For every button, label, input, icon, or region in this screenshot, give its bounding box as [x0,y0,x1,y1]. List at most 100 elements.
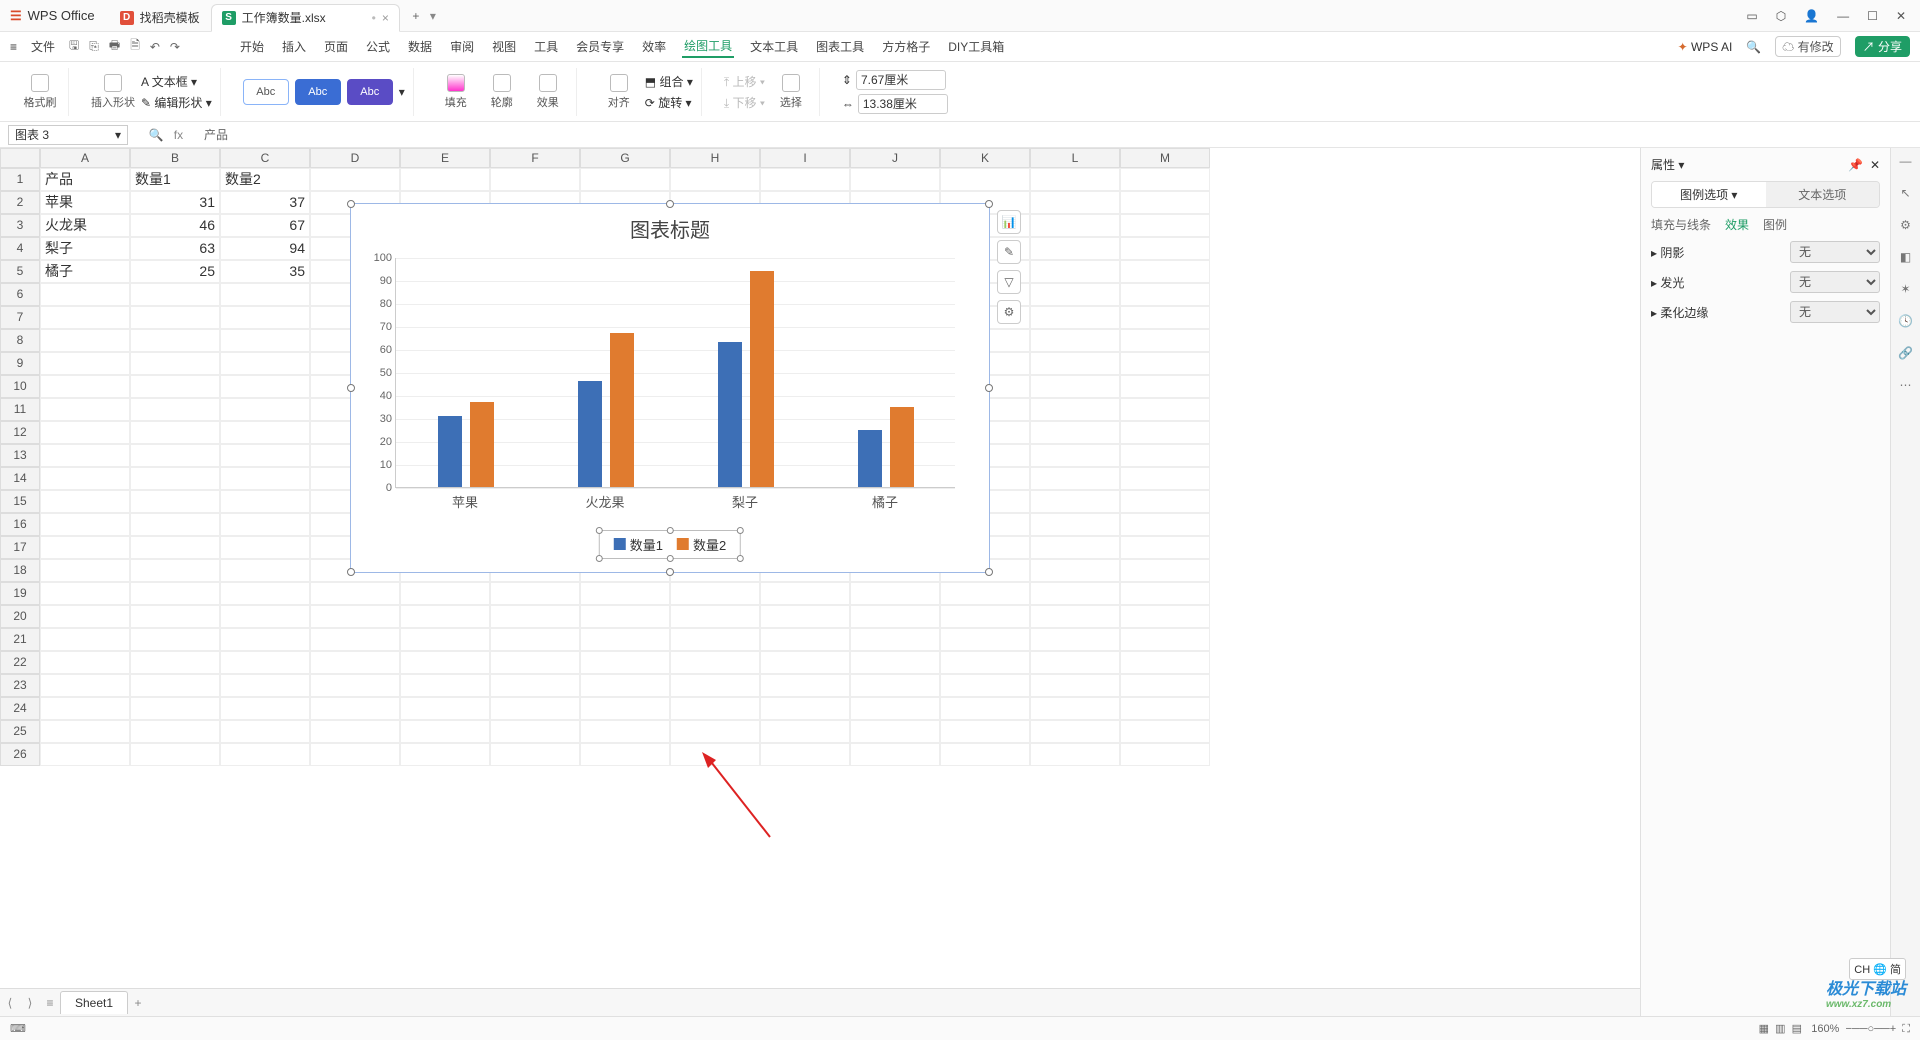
zoom-in-icon[interactable]: + [1890,1023,1896,1035]
cell[interactable] [1030,674,1120,697]
modified-button[interactable]: ☁ 有修改 [1775,36,1840,57]
cell[interactable] [220,421,310,444]
chart-settings-icon[interactable]: ⚙ [997,300,1021,324]
style-chip-3[interactable]: Abc [347,79,393,105]
cell[interactable] [580,697,670,720]
cell[interactable] [220,513,310,536]
col-L[interactable]: L [1030,148,1120,168]
select-button[interactable]: 选择 [771,74,811,110]
row-header[interactable]: 3 [0,214,40,237]
cell[interactable] [40,720,130,743]
cell[interactable] [310,674,400,697]
cell[interactable] [220,605,310,628]
glow-select[interactable]: 无 [1790,271,1880,293]
cell[interactable] [1120,191,1210,214]
cell[interactable] [1120,352,1210,375]
cell[interactable] [670,582,760,605]
chart-style-icon[interactable]: ✎ [997,240,1021,264]
cell[interactable] [130,306,220,329]
cell[interactable] [130,697,220,720]
cell[interactable] [220,674,310,697]
export-icon[interactable]: ⎘ [89,39,99,54]
cell[interactable] [40,283,130,306]
cell[interactable]: 火龙果 [40,214,130,237]
cell[interactable] [1120,260,1210,283]
style-chip-1[interactable]: Abc [243,79,289,105]
cell[interactable] [1030,513,1120,536]
cell[interactable] [1030,191,1120,214]
add-tab-button[interactable]: + [406,9,426,23]
row-header[interactable]: 11 [0,398,40,421]
cell[interactable] [1120,605,1210,628]
cell[interactable] [1120,536,1210,559]
cell[interactable] [1120,329,1210,352]
chart-plot[interactable]: 0102030405060708090100 [395,258,955,488]
cell[interactable] [130,720,220,743]
print-icon[interactable]: 🖶 [109,36,120,57]
cursor-icon[interactable]: ↖ [1900,186,1910,200]
cell[interactable] [220,444,310,467]
cell[interactable] [130,490,220,513]
cell[interactable] [40,674,130,697]
settings-icon[interactable]: ⚙ [1900,218,1911,232]
cell[interactable] [40,375,130,398]
cell[interactable] [220,398,310,421]
cell[interactable] [670,697,760,720]
cell[interactable] [400,651,490,674]
tab-file[interactable]: S 工作簿数量.xlsx • × [211,4,400,32]
row-header[interactable]: 19 [0,582,40,605]
cell[interactable] [1120,743,1210,766]
cell[interactable] [40,697,130,720]
row-header[interactable]: 16 [0,513,40,536]
save-icon[interactable]: 🖫 [69,36,79,57]
add-sheet-icon[interactable]: + [128,996,148,1010]
layers-icon[interactable]: ◧ [1900,250,1911,264]
cell[interactable]: 数量1 [130,168,220,191]
history-icon[interactable]: 🕓 [1898,314,1913,328]
row-header[interactable]: 4 [0,237,40,260]
cell[interactable] [130,628,220,651]
cell[interactable] [400,697,490,720]
col-K[interactable]: K [940,148,1030,168]
chevron-down-icon[interactable]: ▾ [399,85,405,99]
row-header[interactable]: 7 [0,306,40,329]
cell[interactable] [40,651,130,674]
cell[interactable] [1030,605,1120,628]
share-button[interactable]: ↗ 分享 [1855,36,1910,57]
cell[interactable] [40,398,130,421]
tab-efficiency[interactable]: 效率 [640,36,668,57]
cell[interactable] [1120,421,1210,444]
cell[interactable] [1030,283,1120,306]
row-header[interactable]: 22 [0,651,40,674]
share-icon[interactable]: ✶ [1900,282,1910,296]
row-header[interactable]: 23 [0,674,40,697]
cell[interactable] [670,651,760,674]
cell[interactable] [400,743,490,766]
avatar-icon[interactable]: 👤 [1804,9,1819,23]
edit-shape-button[interactable]: ✎ 编辑形状 ▾ [141,94,212,111]
cell[interactable] [580,743,670,766]
tab-tools[interactable]: 工具 [532,36,560,57]
cell[interactable] [1030,628,1120,651]
col-G[interactable]: G [580,148,670,168]
cell[interactable] [1030,697,1120,720]
cell[interactable] [1120,697,1210,720]
tab-draw[interactable]: 绘图工具 [682,35,734,58]
name-box[interactable]: 图表 3▾ [8,125,128,145]
tab-data[interactable]: 数据 [406,36,434,57]
cell[interactable]: 数量2 [220,168,310,191]
search-icon[interactable]: 🔍 [1746,40,1761,54]
textbox-button[interactable]: A 文本框 ▾ [141,73,212,90]
cell[interactable]: 苹果 [40,191,130,214]
cell[interactable] [940,697,1030,720]
cell[interactable] [220,467,310,490]
row-header[interactable]: 26 [0,743,40,766]
zoom-value[interactable]: 160% [1811,1023,1839,1035]
cell[interactable] [310,628,400,651]
cell[interactable] [40,467,130,490]
cell[interactable] [1120,628,1210,651]
tab-texttools[interactable]: 文本工具 [748,36,800,57]
cell[interactable] [130,352,220,375]
cell[interactable] [1030,214,1120,237]
tab-formula[interactable]: 公式 [364,36,392,57]
